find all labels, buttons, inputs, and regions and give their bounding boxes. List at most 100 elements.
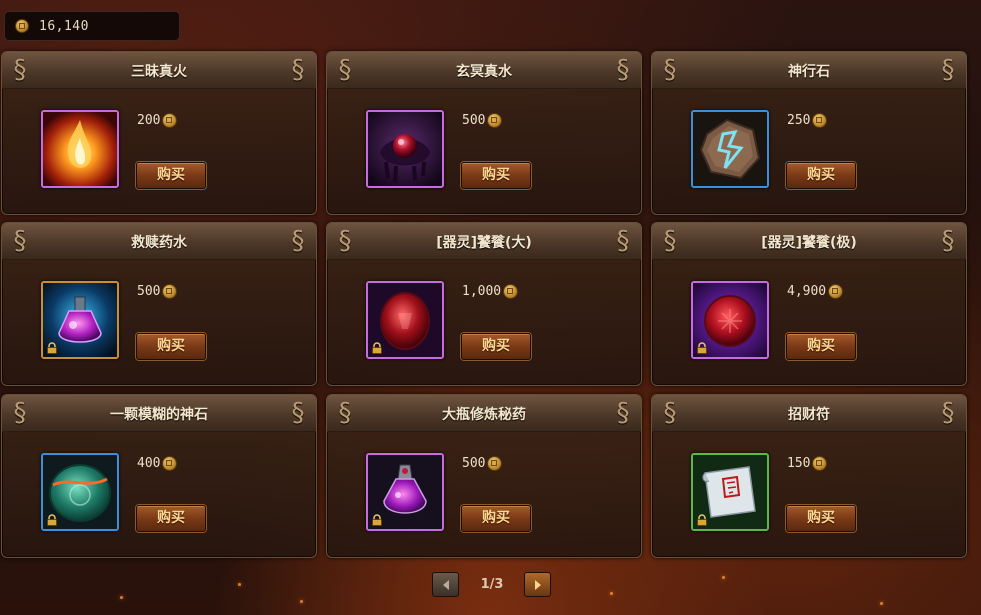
- coin-icon: [162, 284, 178, 299]
- price-value: 200: [137, 113, 161, 128]
- buy-button[interactable]: 购买: [461, 505, 531, 532]
- shop-item-card: § 大瓶修炼秘药 § 500 购买: [326, 394, 642, 558]
- price-value: 250: [787, 113, 811, 128]
- item-name: 一颗模糊的神石: [110, 407, 208, 423]
- item-price: 500: [462, 113, 503, 128]
- jade-stone-icon[interactable]: [41, 453, 119, 531]
- next-page-button[interactable]: [524, 572, 551, 597]
- scroll-ornament-icon: §: [291, 398, 305, 428]
- price-value: 500: [462, 113, 486, 128]
- ember-particle: [880, 602, 883, 605]
- lock-icon: [372, 514, 382, 526]
- pagination: 1/3: [432, 571, 552, 599]
- price-value: 1,000: [462, 284, 502, 299]
- scroll-ornament-icon: §: [616, 55, 630, 85]
- item-price: 150: [787, 456, 828, 471]
- shop-item-card: § 救赎药水 § 500 购买: [1, 222, 317, 386]
- ember-particle: [610, 592, 613, 595]
- card-header: § 一颗模糊的神石 §: [2, 395, 316, 432]
- elixir-bottle-icon[interactable]: [366, 453, 444, 531]
- item-name: [器灵]饕餮(大): [436, 235, 532, 251]
- shop-item-card: § [器灵]饕餮(极) § 4,900 购买: [651, 222, 967, 386]
- price-value: 500: [462, 456, 486, 471]
- scroll-ornament-icon: §: [291, 55, 305, 85]
- item-name: 神行石: [788, 64, 830, 80]
- scroll-ornament-icon: §: [941, 226, 955, 256]
- price-value: 400: [137, 456, 161, 471]
- ember-particle: [120, 596, 123, 599]
- buy-button[interactable]: 购买: [136, 505, 206, 532]
- prev-page-button[interactable]: [432, 572, 459, 597]
- card-header: § 玄冥真水 §: [327, 52, 641, 89]
- ember-particle: [722, 576, 725, 579]
- shop-item-card: § 玄冥真水 § 500 购买: [326, 51, 642, 215]
- coin-icon: [503, 284, 519, 299]
- card-header: § 大瓶修炼秘药 §: [327, 395, 641, 432]
- lock-icon: [372, 342, 382, 354]
- card-header: § 神行石 §: [652, 52, 966, 89]
- coin-icon: [812, 113, 828, 128]
- item-name: [器灵]饕餮(极): [761, 235, 857, 251]
- potion-icon[interactable]: [41, 281, 119, 359]
- lock-icon: [697, 514, 707, 526]
- arrow-left-icon: [442, 579, 449, 590]
- rune-stone-icon[interactable]: [691, 110, 769, 188]
- buy-button[interactable]: 购买: [786, 333, 856, 360]
- buy-button[interactable]: 购买: [461, 162, 531, 189]
- item-price: 250: [787, 113, 828, 128]
- buy-button[interactable]: 购买: [786, 162, 856, 189]
- ember-particle: [300, 600, 303, 603]
- scroll-ornament-icon: §: [291, 226, 305, 256]
- arrow-right-icon: [534, 579, 541, 590]
- coin-icon: [487, 456, 503, 471]
- item-price: 500: [137, 284, 178, 299]
- coin-icon: [162, 113, 178, 128]
- shop-item-card: § 一颗模糊的神石 § 400 购买: [1, 394, 317, 558]
- price-value: 150: [787, 456, 811, 471]
- item-price: 4,900: [787, 284, 844, 299]
- page-indicator: 1/3: [480, 577, 504, 592]
- red-gem-icon[interactable]: [691, 281, 769, 359]
- item-name: 救赎药水: [131, 235, 187, 251]
- coin-icon: [162, 456, 178, 471]
- price-value: 500: [137, 284, 161, 299]
- flame-icon[interactable]: [41, 110, 119, 188]
- shop-item-card: § 三昧真火 § 200 购买: [1, 51, 317, 215]
- shop-item-card: § 神行石 § 250 购买: [651, 51, 967, 215]
- buy-button[interactable]: 购买: [461, 333, 531, 360]
- item-name: 大瓶修炼秘药: [442, 407, 526, 423]
- scroll-icon[interactable]: [691, 453, 769, 531]
- red-gem-icon[interactable]: [366, 281, 444, 359]
- lock-icon: [697, 342, 707, 354]
- item-price: 200: [137, 113, 178, 128]
- buy-button[interactable]: 购买: [136, 162, 206, 189]
- coin-icon: [487, 113, 503, 128]
- buy-button[interactable]: 购买: [786, 505, 856, 532]
- card-header: § [器灵]饕餮(极) §: [652, 223, 966, 260]
- shop-item-card: § 招财符 § 150 购买: [651, 394, 967, 558]
- card-header: § 救赎药水 §: [2, 223, 316, 260]
- card-header: § 招财符 §: [652, 395, 966, 432]
- lock-icon: [47, 342, 57, 354]
- coin-icon: [812, 456, 828, 471]
- item-price: 500: [462, 456, 503, 471]
- card-header: § 三昧真火 §: [2, 52, 316, 89]
- currency-display: 16,140: [4, 11, 180, 41]
- scroll-ornament-icon: §: [941, 398, 955, 428]
- item-price: 400: [137, 456, 178, 471]
- price-value: 4,900: [787, 284, 827, 299]
- item-name: 招财符: [788, 407, 830, 423]
- item-name: 三昧真火: [131, 64, 187, 80]
- lock-icon: [47, 514, 57, 526]
- scroll-ornament-icon: §: [616, 226, 630, 256]
- ember-particle: [238, 583, 241, 586]
- item-name: 玄冥真水: [456, 64, 512, 80]
- item-price: 1,000: [462, 284, 519, 299]
- shop-item-card: § [器灵]饕餮(大) § 1,000 购买: [326, 222, 642, 386]
- dark-water-orb-icon[interactable]: [366, 110, 444, 188]
- scroll-ornament-icon: §: [616, 398, 630, 428]
- card-header: § [器灵]饕餮(大) §: [327, 223, 641, 260]
- currency-amount: 16,140: [39, 18, 89, 34]
- buy-button[interactable]: 购买: [136, 333, 206, 360]
- coin-icon: [15, 19, 29, 33]
